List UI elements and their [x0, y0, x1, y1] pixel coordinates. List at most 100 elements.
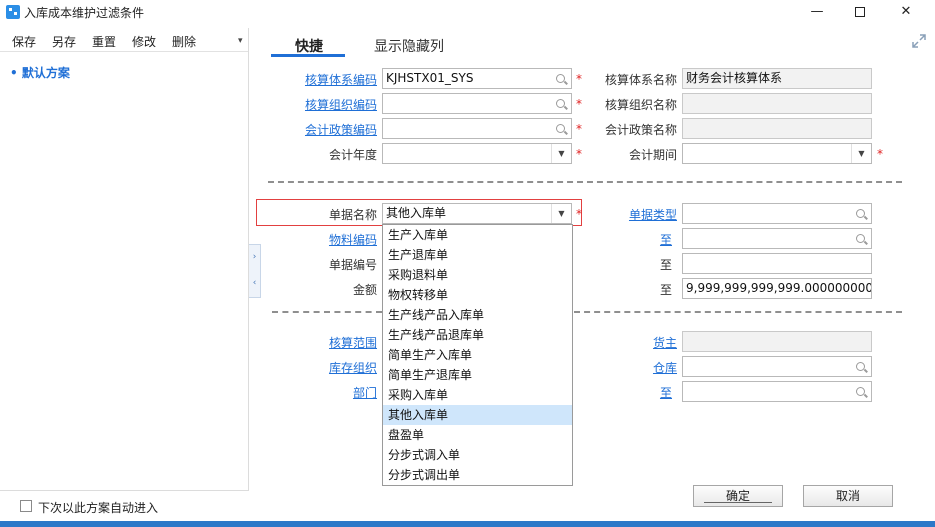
amount-label: 金额: [352, 283, 377, 297]
dropdown-option[interactable]: 生产线产品入库单: [383, 305, 572, 325]
scheme-item-label: 默认方案: [21, 66, 70, 80]
minimize-button[interactable]: —: [795, 0, 839, 24]
acct-system-code-value: KJHSTX01_SYS: [386, 71, 474, 85]
doc-name-label: 单据名称: [328, 208, 377, 222]
year-select[interactable]: ▼: [382, 143, 572, 164]
dropdown-option[interactable]: 物权转移单: [383, 285, 572, 305]
ok-button[interactable]: 确定: [693, 485, 783, 507]
required-mark: *: [576, 147, 582, 161]
scope-label[interactable]: 核算范围: [329, 334, 377, 351]
maximize-button[interactable]: [838, 0, 882, 24]
owner-field: [682, 331, 872, 352]
maximize-icon: [855, 6, 865, 17]
close-button[interactable]: ✕: [884, 0, 928, 24]
dropdown-option[interactable]: 简单生产退库单: [383, 365, 572, 385]
acct-org-code-input[interactable]: [382, 93, 572, 114]
search-icon[interactable]: [856, 234, 865, 243]
dept-to-input[interactable]: [682, 381, 872, 402]
doc-type-label[interactable]: 单据类型: [629, 206, 677, 223]
policy-code-input[interactable]: [382, 118, 572, 139]
policy-name-label: 会计政策名称: [604, 123, 677, 137]
required-mark: *: [576, 207, 582, 221]
dropdown-option[interactable]: 简单生产入库单: [383, 345, 572, 365]
modify-button[interactable]: 修改: [132, 33, 156, 50]
focus-underline: [704, 502, 772, 503]
material-code-label[interactable]: 物料编码: [329, 231, 377, 248]
auto-enter-label: 下次以此方案自动进入: [38, 501, 159, 515]
dropdown-option[interactable]: 采购入库单: [383, 385, 572, 405]
search-icon[interactable]: [856, 387, 865, 396]
chevron-right-icon: ›: [252, 252, 257, 262]
warehouse-input[interactable]: [682, 356, 872, 377]
required-mark: *: [576, 72, 582, 86]
dropdown-option[interactable]: 生产入库单: [383, 225, 572, 245]
panel-collapse-handle[interactable]: › ‹: [249, 244, 261, 298]
acct-org-code-label[interactable]: 核算组织编码: [305, 96, 377, 113]
dropdown-option[interactable]: 分步式调入单: [383, 445, 572, 465]
scheme-toolbar: 保存 另存 重置 修改 删除 ▾: [0, 28, 248, 52]
section-divider: [268, 181, 902, 183]
stock-org-label[interactable]: 库存组织: [329, 359, 377, 376]
doc-name-select[interactable]: 其他入库单 ▼: [382, 203, 572, 224]
tab-show-hidden-columns[interactable]: 显示隐藏列: [374, 36, 444, 56]
doc-type-input[interactable]: [682, 203, 872, 224]
material-code-to-input[interactable]: [682, 228, 872, 249]
search-icon[interactable]: [856, 362, 865, 371]
title-bar: 入库成本维护过滤条件 — ✕: [0, 0, 935, 24]
cancel-button-label: 取消: [835, 489, 860, 503]
required-mark: *: [877, 147, 883, 161]
acct-system-name-field: 财务会计核算体系: [682, 68, 872, 89]
dropdown-option[interactable]: 盘盈单: [383, 425, 572, 445]
dropdown-option-selected[interactable]: 其他入库单: [383, 405, 572, 425]
period-label: 会计期间: [628, 148, 677, 162]
scheme-item-default[interactable]: • 默认方案: [10, 64, 70, 81]
tab-quick[interactable]: 快捷: [295, 36, 323, 56]
acct-system-code-label[interactable]: 核算体系编码: [305, 71, 377, 88]
acct-org-name-field: [682, 93, 872, 114]
doc-name-value: 其他入库单: [386, 206, 447, 220]
dropdown-option[interactable]: 生产退库单: [383, 245, 572, 265]
amount-to-value: 9,999,999,999,999.0000000000: [686, 281, 872, 295]
app-icon: [6, 5, 20, 19]
chevron-left-icon: ‹: [252, 278, 257, 288]
active-tab-indicator: [271, 54, 345, 57]
doc-name-dropdown-list: 生产入库单 生产退库单 采购退料单 物权转移单 生产线产品入库单 生产线产品退库…: [382, 224, 573, 486]
chevron-down-icon[interactable]: ▼: [851, 144, 871, 163]
owner-label[interactable]: 货主: [653, 334, 677, 351]
auto-enter-checkbox[interactable]: [20, 500, 32, 512]
save-button[interactable]: 保存: [12, 33, 36, 50]
chevron-down-icon[interactable]: ▼: [551, 144, 571, 163]
search-icon[interactable]: [556, 124, 565, 133]
period-select[interactable]: ▼: [682, 143, 872, 164]
policy-code-label[interactable]: 会计政策编码: [305, 121, 377, 138]
chevron-down-icon[interactable]: ▼: [551, 204, 571, 223]
expand-icon[interactable]: [912, 34, 926, 48]
warehouse-label[interactable]: 仓库: [653, 359, 677, 376]
dropdown-option[interactable]: 生产线产品退库单: [383, 325, 572, 345]
dept-label[interactable]: 部门: [353, 384, 377, 401]
toolbar-more-icon[interactable]: ▾: [238, 36, 243, 46]
dropdown-option[interactable]: 分步式调出单: [383, 465, 572, 485]
search-icon[interactable]: [556, 74, 565, 83]
dropdown-option[interactable]: 采购退料单: [383, 265, 572, 285]
acct-system-name-value: 财务会计核算体系: [686, 71, 783, 85]
amount-to-input[interactable]: 9,999,999,999,999.0000000000: [682, 278, 872, 299]
reset-button[interactable]: 重置: [92, 33, 116, 50]
save-as-button[interactable]: 另存: [52, 33, 76, 50]
window-title: 入库成本维护过滤条件: [24, 6, 145, 20]
acct-system-name-label: 核算体系名称: [604, 73, 677, 87]
required-mark: *: [576, 97, 582, 111]
search-icon[interactable]: [556, 99, 565, 108]
scheme-panel: 保存 另存 重置 修改 删除 ▾ • 默认方案: [0, 28, 249, 490]
search-icon[interactable]: [856, 209, 865, 218]
dept-to-label[interactable]: 至: [660, 384, 672, 401]
doc-no-to-label: 至: [659, 258, 672, 272]
acct-system-code-input[interactable]: KJHSTX01_SYS: [382, 68, 572, 89]
year-label: 会计年度: [328, 148, 377, 162]
material-to-label[interactable]: 至: [660, 231, 672, 248]
policy-name-field: [682, 118, 872, 139]
doc-no-to-input[interactable]: [682, 253, 872, 274]
cancel-button[interactable]: 取消: [803, 485, 893, 507]
delete-button[interactable]: 删除: [172, 33, 196, 50]
doc-no-label: 单据编号: [328, 258, 377, 272]
